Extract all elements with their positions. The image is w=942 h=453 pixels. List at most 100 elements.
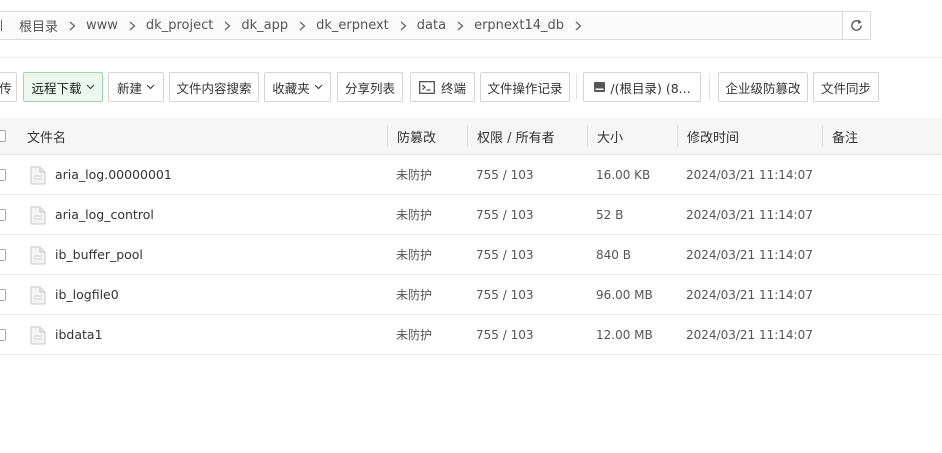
column-divider[interactable] — [677, 126, 678, 146]
toolbar: 传 远程下载 新建 文件内容搜索 收藏夹 分享列表 终端 文件操作记录 /(根目… — [0, 72, 942, 102]
modified-time: 2024/03/21 11:14:07 — [686, 287, 813, 302]
content-search-label: 文件内容搜索 — [176, 80, 252, 96]
permission[interactable]: 755 / 103 — [476, 155, 533, 194]
modified-time: 2024/03/21 11:14:07 — [686, 247, 813, 262]
breadcrumb: 根目录 www dk_project dk_app dk_erpnext dat… — [19, 12, 592, 39]
file-sync-button[interactable]: 文件同步 — [813, 72, 879, 102]
tamper-status[interactable]: 未防护 — [396, 155, 432, 194]
table-row[interactable]: ib_buffer_pool 未防护 755 / 103 840 B 2024/… — [0, 235, 942, 275]
new-button-label: 新建 — [116, 80, 142, 96]
breadcrumb-dk-project[interactable]: dk_project — [146, 18, 213, 33]
modified-time: 2024/03/21 11:14:07 — [686, 167, 813, 182]
breadcrumb-dk-erpnext[interactable]: dk_erpnext — [316, 18, 389, 33]
column-divider[interactable] — [587, 126, 588, 146]
file-sync-label: 文件同步 — [820, 80, 871, 96]
upload-button-label: 传 — [0, 80, 12, 96]
tamper-status[interactable]: 未防护 — [396, 315, 432, 354]
file-name[interactable]: aria_log_control — [55, 195, 154, 234]
disk-icon — [594, 82, 606, 92]
path-bar[interactable]: 根目录 www dk_project dk_app dk_erpnext dat… — [0, 11, 871, 40]
row-checkbox[interactable] — [0, 289, 6, 301]
file-size: 16.00 KB — [596, 167, 651, 182]
row-checkbox[interactable] — [0, 209, 6, 221]
file-icon — [30, 326, 46, 345]
chevron-right-icon[interactable] — [575, 21, 582, 31]
chevron-right-icon — [299, 21, 306, 31]
column-divider[interactable] — [467, 126, 468, 146]
upload-button[interactable]: 传 — [0, 72, 17, 102]
header-size[interactable]: 大小 — [597, 118, 623, 154]
permission[interactable]: 755 / 103 — [476, 315, 533, 354]
breadcrumb-erpnext14-db[interactable]: erpnext14_db — [474, 18, 564, 33]
header-tamper[interactable]: 防篡改 — [397, 118, 436, 154]
disk-button[interactable]: /(根目录) (8... — [583, 72, 701, 102]
file-name[interactable]: aria_log.00000001 — [55, 155, 172, 194]
toolbar-divider — [709, 74, 710, 100]
favorites-label: 收藏夹 — [272, 80, 310, 96]
chevron-right-icon — [129, 21, 136, 31]
select-all-checkbox[interactable] — [0, 130, 6, 142]
operation-log-button[interactable]: 文件操作记录 — [480, 72, 570, 102]
row-checkbox[interactable] — [0, 169, 6, 181]
chevron-down-icon — [146, 84, 155, 90]
file-icon — [30, 166, 46, 185]
back-edge-icon[interactable] — [1, 20, 7, 31]
remote-download-label: 远程下载 — [31, 80, 82, 96]
terminal-icon — [419, 80, 435, 94]
header-modified[interactable]: 修改时间 — [687, 118, 739, 154]
terminal-button[interactable]: 终端 — [410, 72, 475, 102]
remote-download-button[interactable]: 远程下载 — [23, 72, 103, 102]
chevron-right-icon — [400, 21, 407, 31]
header-note[interactable]: 备注 — [832, 118, 858, 154]
file-size: 96.00 MB — [596, 287, 653, 302]
new-button[interactable]: 新建 — [108, 72, 164, 102]
permission[interactable]: 755 / 103 — [476, 235, 533, 274]
chevron-right-icon — [224, 21, 231, 31]
share-list-button[interactable]: 分享列表 — [337, 72, 403, 102]
favorites-button[interactable]: 收藏夹 — [264, 72, 331, 102]
permission[interactable]: 755 / 103 — [476, 275, 533, 314]
row-checkbox[interactable] — [0, 329, 6, 341]
tamper-status[interactable]: 未防护 — [396, 235, 432, 274]
file-size: 840 B — [596, 247, 631, 262]
breadcrumb-data[interactable]: data — [417, 18, 446, 33]
file-name[interactable]: ibdata1 — [55, 315, 103, 354]
permission[interactable]: 755 / 103 — [476, 195, 533, 234]
row-checkbox[interactable] — [0, 249, 6, 261]
table-row[interactable]: ibdata1 未防护 755 / 103 12.00 MB 2024/03/2… — [0, 315, 942, 355]
toolbar-divider — [576, 74, 577, 100]
breadcrumb-root[interactable]: 根目录 — [19, 16, 58, 35]
header-permission[interactable]: 权限 / 所有者 — [477, 118, 555, 154]
column-divider[interactable] — [822, 126, 823, 146]
table-header: 文件名 防篡改 权限 / 所有者 大小 修改时间 备注 — [0, 118, 942, 155]
chevron-down-icon — [314, 84, 323, 90]
file-name[interactable]: ib_logfile0 — [55, 275, 119, 314]
header-filename[interactable]: 文件名 — [27, 118, 66, 154]
file-icon — [30, 246, 46, 265]
breadcrumb-dk-app[interactable]: dk_app — [241, 18, 288, 33]
operation-log-label: 文件操作记录 — [487, 80, 563, 96]
share-list-label: 分享列表 — [344, 80, 395, 96]
tamper-proof-label: 企业级防篡改 — [725, 80, 801, 96]
breadcrumb-www[interactable]: www — [86, 18, 118, 33]
refresh-icon — [851, 19, 862, 31]
refresh-button[interactable] — [842, 12, 870, 39]
chevron-down-icon — [86, 84, 95, 90]
table-row[interactable]: aria_log_control 未防护 755 / 103 52 B 2024… — [0, 195, 942, 235]
file-size: 12.00 MB — [596, 327, 653, 342]
disk-label: /(根目录) (8... — [610, 80, 691, 96]
tamper-status[interactable]: 未防护 — [396, 275, 432, 314]
tamper-proof-button[interactable]: 企业级防篡改 — [718, 72, 808, 102]
table-row[interactable]: aria_log.00000001 未防护 755 / 103 16.00 KB… — [0, 155, 942, 195]
modified-time: 2024/03/21 11:14:07 — [686, 327, 813, 342]
file-size: 52 B — [596, 207, 624, 222]
file-icon — [30, 206, 46, 225]
divider — [0, 57, 942, 58]
tamper-status[interactable]: 未防护 — [396, 195, 432, 234]
file-name[interactable]: ib_buffer_pool — [55, 235, 143, 274]
content-search-button[interactable]: 文件内容搜索 — [169, 72, 259, 102]
modified-time: 2024/03/21 11:14:07 — [686, 207, 813, 222]
terminal-label: 终端 — [440, 80, 466, 96]
column-divider[interactable] — [387, 126, 388, 146]
table-row[interactable]: ib_logfile0 未防护 755 / 103 96.00 MB 2024/… — [0, 275, 942, 315]
